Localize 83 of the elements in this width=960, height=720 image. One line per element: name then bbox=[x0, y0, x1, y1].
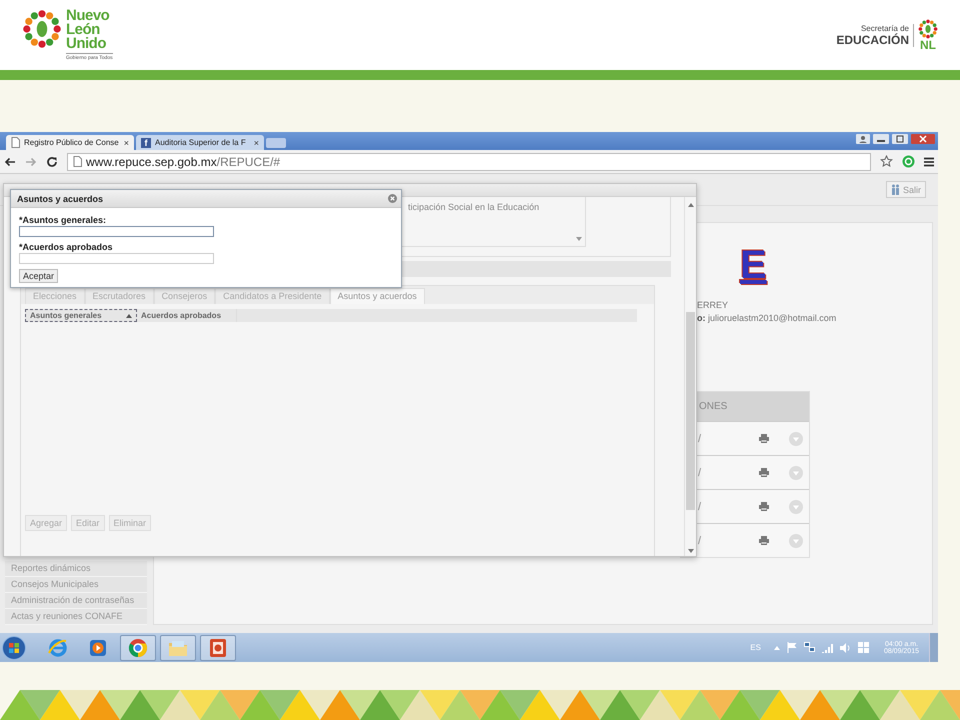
logo-subtitle: Secretaría de bbox=[860, 24, 909, 32]
printer-icon[interactable] bbox=[759, 502, 769, 511]
accept-button[interactable]: Aceptar bbox=[19, 269, 58, 283]
taskbar-button[interactable] bbox=[200, 634, 236, 660]
printer-icon[interactable] bbox=[759, 434, 769, 443]
language-indicator[interactable]: ES bbox=[750, 643, 761, 652]
dialog-title: Asuntos y acuerdos bbox=[17, 194, 104, 204]
input-field[interactable] bbox=[19, 226, 214, 237]
site-icon: f bbox=[141, 138, 151, 148]
taskbar-button[interactable] bbox=[120, 634, 156, 660]
up-caret-icon[interactable] bbox=[774, 646, 780, 650]
profile-text: ERREY bbox=[696, 300, 730, 310]
profile-email: o: julioruelastm2010@hotmail.com bbox=[696, 313, 838, 323]
printer-icon[interactable] bbox=[759, 536, 769, 545]
people-icon bbox=[890, 184, 900, 195]
taskbar-button[interactable] bbox=[160, 634, 196, 660]
scroll-up-icon[interactable] bbox=[688, 203, 694, 207]
sort-up-icon bbox=[126, 314, 132, 318]
tab-title: Registro Público de Conse bbox=[24, 138, 120, 147]
tab[interactable]: Asuntos y acuerdos bbox=[330, 288, 425, 304]
printer-icon[interactable] bbox=[759, 468, 769, 477]
sidebar-item[interactable]: Reportes dinámicos bbox=[5, 561, 147, 577]
tab[interactable]: Candidatos a Presidente bbox=[215, 288, 330, 304]
speaker-icon[interactable] bbox=[840, 642, 851, 652]
tab[interactable]: Elecciones bbox=[25, 288, 85, 304]
tab-title: Auditoria Superior de la F bbox=[155, 138, 247, 147]
table-cell-text: / bbox=[698, 534, 702, 546]
table-cell-text: / bbox=[698, 466, 702, 478]
logo-title: EDUCACIÓN bbox=[836, 32, 909, 46]
sidebar-item[interactable]: Actas y reuniones CONAFE bbox=[5, 609, 147, 625]
tab[interactable]: Consejeros bbox=[154, 288, 216, 304]
network-icon[interactable] bbox=[804, 642, 815, 653]
scroll-down-icon[interactable] bbox=[688, 549, 694, 553]
grid-button[interactable]: Editar bbox=[71, 515, 105, 531]
close-tab-button[interactable]: × bbox=[124, 138, 129, 148]
table-cell-text: / bbox=[698, 432, 702, 444]
logo-mark: NL bbox=[920, 39, 936, 51]
scrollbar[interactable] bbox=[684, 197, 696, 556]
grid-button[interactable]: Agregar bbox=[25, 515, 68, 531]
sidebar-item[interactable]: Administración de contraseñas bbox=[5, 593, 147, 609]
signal-bars-icon[interactable] bbox=[822, 642, 833, 652]
menu-icon[interactable] bbox=[924, 156, 934, 166]
logo-word: León bbox=[66, 23, 100, 37]
column-header[interactable]: Asuntos generales bbox=[25, 309, 137, 322]
description-text: ticipación Social en la Educación bbox=[408, 202, 540, 212]
logout-button[interactable]: Salir bbox=[886, 181, 926, 198]
back-arrow-icon[interactable] bbox=[4, 156, 16, 166]
sidebar-item[interactable]: Consejos Municipales bbox=[5, 577, 147, 593]
minimize-icon[interactable] bbox=[873, 134, 889, 144]
dot-ring-logo-icon bbox=[918, 19, 938, 39]
scroll-down-icon[interactable] bbox=[576, 237, 582, 241]
field-label: *Acuerdos aprobados bbox=[19, 242, 113, 252]
presentation-icon bbox=[207, 636, 229, 658]
flag-icon[interactable] bbox=[786, 642, 797, 653]
logo-word: Unido bbox=[66, 37, 107, 51]
page-icon bbox=[73, 156, 82, 167]
reload-icon[interactable] bbox=[46, 156, 58, 168]
tab[interactable]: Escrutadores bbox=[84, 288, 154, 304]
forward-arrow-icon[interactable] bbox=[25, 156, 37, 166]
logo-word: Nuevo bbox=[66, 9, 110, 23]
browser-tab[interactable]: f Auditoria Superior de la F × bbox=[136, 135, 264, 150]
dot-ring-logo-icon bbox=[22, 9, 62, 49]
user-icon[interactable] bbox=[856, 134, 870, 144]
maximize-icon[interactable] bbox=[892, 134, 908, 144]
close-icon[interactable] bbox=[911, 134, 935, 144]
table-cell-text: / bbox=[698, 500, 702, 512]
grid-button[interactable]: Eliminar bbox=[108, 515, 152, 531]
address-bar[interactable]: www.repuce.sep.gob.mx/REPUCE/# bbox=[67, 152, 871, 170]
field-label: *Asuntos generales: bbox=[19, 215, 106, 225]
extension-icon[interactable] bbox=[902, 155, 915, 168]
page-icon bbox=[11, 137, 20, 148]
column-header[interactable]: Acuerdos aprobados bbox=[137, 309, 237, 322]
letter-logo: E bbox=[740, 245, 767, 285]
scrollbar-thumb[interactable] bbox=[686, 312, 695, 510]
star-icon[interactable] bbox=[880, 155, 893, 168]
close-icon[interactable] bbox=[388, 194, 397, 203]
start-button-icon[interactable] bbox=[2, 636, 26, 660]
close-tab-button[interactable]: × bbox=[254, 138, 259, 148]
ie-browser-icon bbox=[47, 636, 69, 658]
browser-tab[interactable]: Registro Público de Conse × bbox=[6, 135, 134, 150]
input-field[interactable] bbox=[19, 253, 214, 264]
chrome-browser-icon bbox=[127, 636, 149, 658]
windows-logo-icon[interactable] bbox=[858, 642, 869, 653]
